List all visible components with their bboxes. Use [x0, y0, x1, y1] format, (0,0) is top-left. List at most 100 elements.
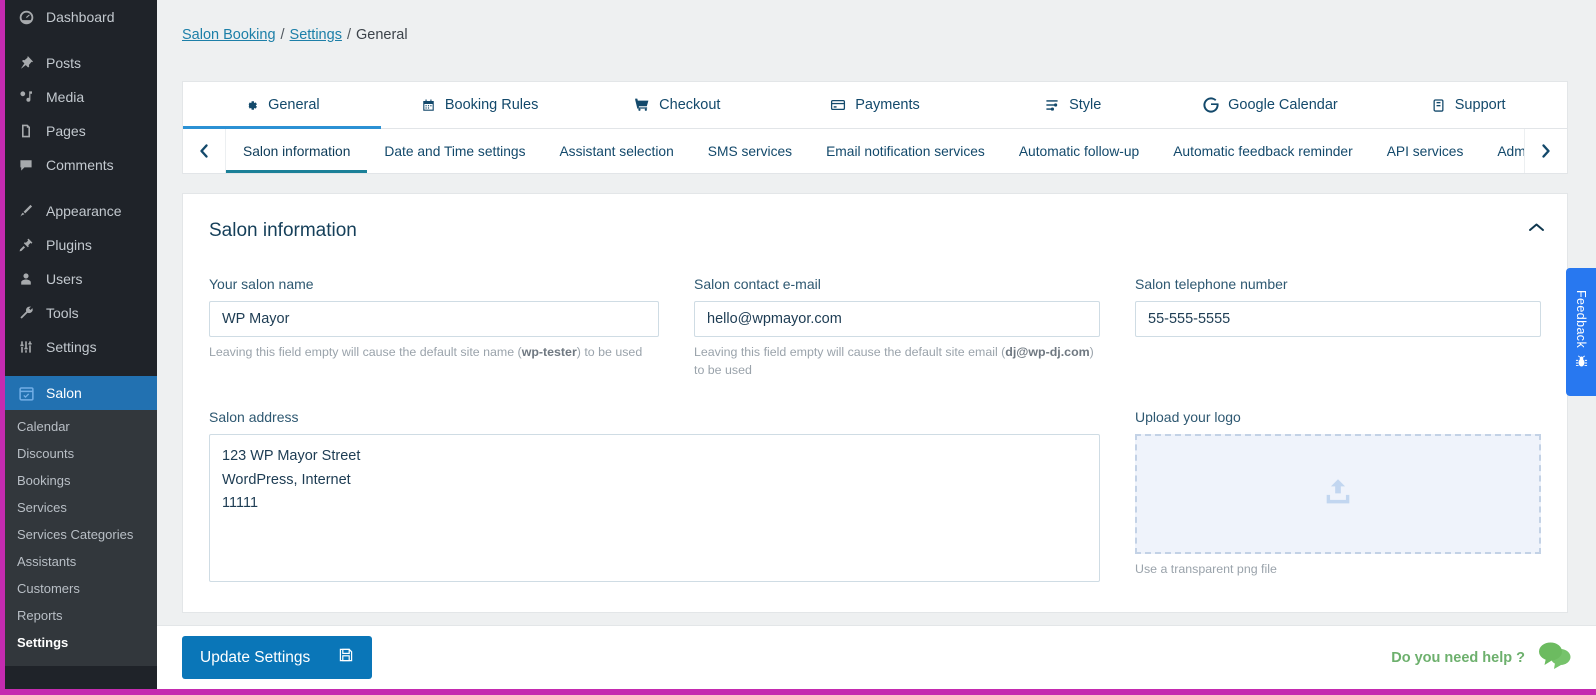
- field-label: Salon address: [209, 409, 299, 426]
- tab-google-calendar[interactable]: Google Calendar: [1172, 82, 1370, 128]
- telephone-input[interactable]: [1135, 301, 1541, 337]
- subtab-assistant-selection[interactable]: Assistant selection: [542, 129, 690, 173]
- submenu-item-discounts[interactable]: Discounts: [5, 440, 157, 467]
- submenu-item-customers[interactable]: Customers: [5, 575, 157, 602]
- tab-booking-rules[interactable]: Booking Rules: [381, 82, 579, 128]
- chat-bubbles-icon[interactable]: [1538, 640, 1574, 675]
- subtab-date-and-time-settings[interactable]: Date and Time settings: [367, 129, 542, 173]
- field-help-text: Leaving this field empty will cause the …: [209, 344, 659, 362]
- sidebar-item-media[interactable]: Media: [5, 80, 157, 114]
- submenu-item-assistants[interactable]: Assistants: [5, 548, 157, 575]
- need-help-label: Do you need help ?: [1391, 649, 1525, 666]
- submenu-item-services[interactable]: Services: [5, 494, 157, 521]
- subtab-salon-information[interactable]: Salon information: [226, 129, 368, 173]
- sidebar-item-label: Settings: [46, 339, 97, 355]
- subtab-sms-services[interactable]: SMS services: [691, 129, 809, 173]
- need-help-widget[interactable]: Do you need help ?: [1391, 640, 1574, 675]
- subtab-label: SMS services: [707, 143, 793, 159]
- logo-dropzone[interactable]: [1135, 434, 1541, 555]
- field-label: Your salon name: [209, 276, 314, 292]
- sidebar-item-dashboard[interactable]: Dashboard: [5, 0, 157, 34]
- chevron-up-icon[interactable]: [1528, 220, 1545, 238]
- sidebar-item-appearance[interactable]: Appearance: [5, 194, 157, 228]
- sidebar-divider: [5, 364, 157, 376]
- help-highlight: dj@wp-dj.com: [1005, 345, 1090, 359]
- subtab-administration[interactable]: Administration: [1480, 129, 1524, 173]
- subtabs-prev-arrow[interactable]: [183, 129, 226, 173]
- update-settings-button[interactable]: Update Settings: [182, 636, 373, 679]
- bug-icon: [1574, 354, 1589, 374]
- subtab-email-notification-services[interactable]: Email notification services: [809, 129, 1002, 173]
- sidebar-item-settings[interactable]: Settings: [5, 330, 157, 364]
- submenu-item-bookings[interactable]: Bookings: [5, 467, 157, 494]
- sidebar-item-plugins[interactable]: Plugins: [5, 228, 157, 262]
- help-suffix: ) to be used: [576, 345, 643, 359]
- breadcrumb-separator: /: [346, 27, 351, 43]
- main-content: Salon Booking / Settings / General General B…: [157, 0, 1596, 689]
- upload-icon: [1321, 475, 1355, 514]
- sidebar-item-pages[interactable]: Pages: [5, 114, 157, 148]
- update-settings-label: Update Settings: [200, 648, 311, 666]
- sidebar-item-posts[interactable]: Posts: [5, 46, 157, 80]
- subtab-api-services[interactable]: API services: [1370, 129, 1481, 173]
- tab-style[interactable]: Style: [974, 82, 1172, 128]
- tab-payments[interactable]: Payments: [776, 82, 974, 128]
- tab-checkout[interactable]: Checkout: [578, 82, 776, 128]
- user-icon: [15, 269, 37, 289]
- subtab-label: API services: [1386, 143, 1464, 159]
- sidebar-item-label: Posts: [46, 55, 82, 71]
- sidebar-item-comments[interactable]: Comments: [5, 148, 157, 182]
- sidebar-item-label: Plugins: [46, 237, 92, 253]
- field-salon-address: Salon address 123 WP Mayor Street WordPr…: [209, 409, 1100, 587]
- book-icon: [1431, 98, 1446, 113]
- sidebar-divider: [5, 182, 157, 194]
- sidebar-item-users[interactable]: Users: [5, 262, 157, 296]
- form-grid-row-2: Salon address 123 WP Mayor Street WordPr…: [209, 409, 1541, 593]
- field-contact-email: Salon contact e-mail Leaving this field …: [694, 276, 1100, 379]
- field-label: Salon telephone number: [1135, 276, 1288, 292]
- form-grid-row-1: Your salon name Leaving this field empty…: [209, 276, 1541, 385]
- sidebar-item-label: Salon: [46, 385, 82, 401]
- salon-address-textarea[interactable]: 123 WP Mayor Street WordPress, Internet …: [209, 434, 1100, 583]
- sidebar-item-label: Comments: [46, 157, 114, 173]
- gear-icon: [244, 98, 259, 113]
- feedback-tab[interactable]: Feedback: [1566, 268, 1596, 396]
- salon-information-panel: Salon information Your salon name Leavin…: [182, 193, 1568, 613]
- floppy-disk-icon: [338, 647, 354, 668]
- field-help-text: Leaving this field empty will cause the …: [694, 344, 1100, 379]
- sidebar-item-label: Appearance: [46, 203, 122, 219]
- settings-tabs-card: General Booking Rules Checkout Payments …: [182, 81, 1568, 174]
- footer-action-bar: Update Settings Do you need help ?: [157, 625, 1596, 689]
- subtab-label: Email notification services: [826, 143, 985, 159]
- breadcrumb-link-settings[interactable]: Settings: [290, 27, 342, 43]
- calendar-icon: [421, 98, 436, 113]
- tab-general[interactable]: General: [183, 82, 381, 129]
- field-logo-upload: Upload your logo Use a transparent png f…: [1135, 409, 1541, 587]
- secondary-tab-bar: Salon information Date and Time settings…: [183, 129, 1567, 174]
- brush-icon: [15, 201, 37, 221]
- sidebar-item-label: Users: [46, 271, 83, 287]
- sidebar-item-label: Media: [46, 89, 85, 105]
- help-highlight: wp-tester: [521, 345, 577, 359]
- tab-label: General: [268, 97, 320, 113]
- breadcrumb-link-salon-booking[interactable]: Salon Booking: [182, 27, 276, 43]
- cart-icon: [634, 97, 650, 113]
- subtab-label: Salon information: [243, 143, 351, 159]
- submenu-item-calendar[interactable]: Calendar: [5, 413, 157, 440]
- tab-support[interactable]: Support: [1369, 82, 1567, 128]
- calendar-check-icon: [15, 383, 37, 403]
- salon-name-input[interactable]: [209, 301, 659, 337]
- sidebar-item-label: Tools: [46, 305, 79, 321]
- sidebar-item-salon[interactable]: Salon: [5, 376, 157, 410]
- sidebar-item-label: Pages: [46, 123, 86, 139]
- subtabs-next-arrow[interactable]: [1524, 129, 1567, 173]
- sidebar-item-tools[interactable]: Tools: [5, 296, 157, 330]
- submenu-item-services-categories[interactable]: Services Categories: [5, 521, 157, 548]
- contact-email-input[interactable]: [694, 301, 1100, 337]
- comment-icon: [15, 155, 37, 175]
- submenu-item-settings[interactable]: Settings: [5, 629, 157, 656]
- subtab-automatic-follow-up[interactable]: Automatic follow-up: [1002, 129, 1156, 173]
- submenu-item-reports[interactable]: Reports: [5, 602, 157, 629]
- subtabs-scroll-container[interactable]: Salon information Date and Time settings…: [226, 129, 1524, 173]
- subtab-automatic-feedback-reminder[interactable]: Automatic feedback reminder: [1156, 129, 1369, 173]
